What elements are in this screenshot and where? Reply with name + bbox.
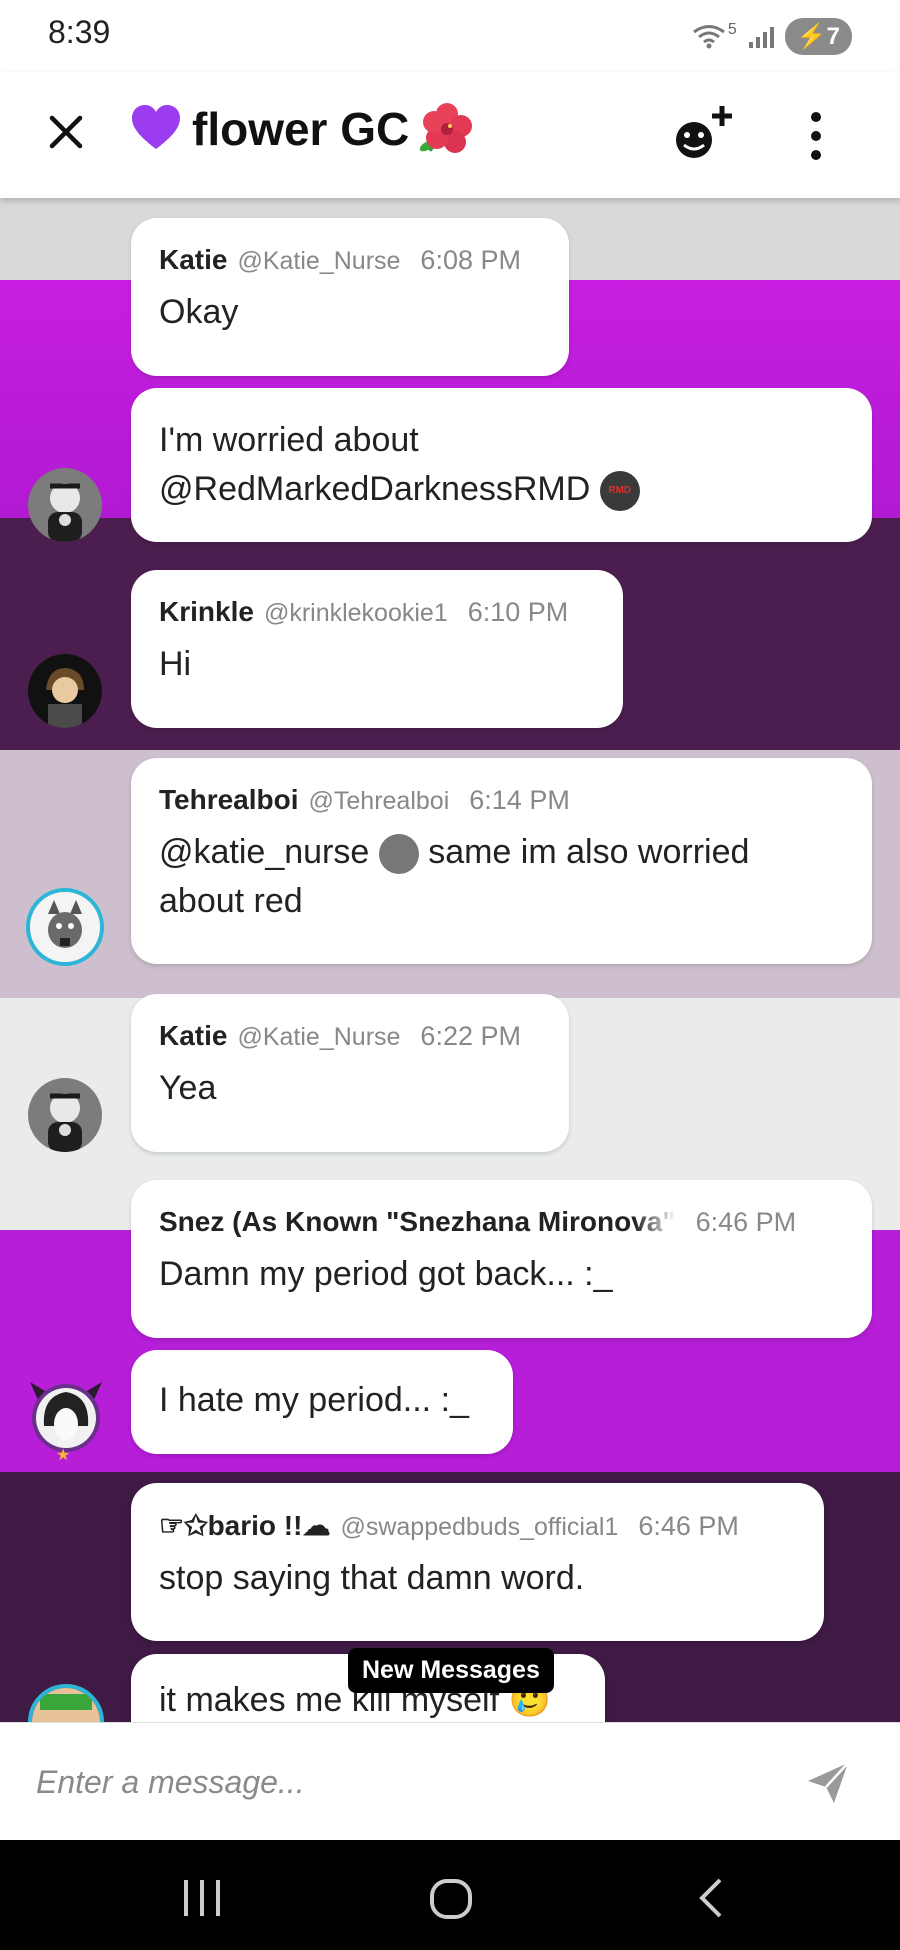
sender-handle: @Tehrealboi [308,787,450,815]
battery-level: 7 [826,23,840,50]
message-text: Damn my period got back... :_ [159,1255,613,1293]
status-bar: 8:39 5 ⚡7 [0,0,900,72]
send-icon [808,1762,849,1803]
message-bubble[interactable]: Snez (As Known "Snezhana Mironova" 6:46 … [131,1180,872,1338]
message-meta: Krinkle @krinklekookie1 6:10 PM [159,596,595,628]
katie-avatar-image [28,1078,102,1152]
message-text: I hate my period... :_ [159,1381,469,1419]
message-text-line: I'm worried about [159,421,419,459]
svg-text:★: ★ [56,1447,70,1462]
send-button[interactable] [804,1759,852,1807]
more-options-button[interactable] [800,108,832,164]
message-meta: Tehrealboi @Tehrealboi 6:14 PM [159,784,844,816]
sender-name[interactable]: Tehrealboi [159,784,299,816]
bario-avatar-image [32,1688,100,1722]
message-bubble[interactable]: I hate my period... :_ [131,1350,513,1454]
more-dot [811,112,821,122]
status-time: 8:39 [48,14,111,50]
sender-handle: @swappedbuds_official1 [340,1513,619,1541]
message-text: Hi [159,645,192,683]
message-meta: Snez (As Known "Snezhana Mironova" 6:46 … [159,1206,844,1238]
mention-avatar [378,834,419,875]
message-text: Yea [159,1069,217,1107]
sender-handle: @Katie_Nurse [237,247,401,275]
tehrealboi-avatar-image [30,892,100,962]
message-text: I'm worried about @RedMarkedDarknessRMD … [159,416,844,515]
message-time: 6:14 PM [469,785,570,815]
more-dot [811,150,821,160]
message-text-line: about red [159,882,303,921]
home-button[interactable] [428,1878,476,1919]
mention-line: @RedMarkedDarknessRMD RMD [159,465,844,514]
sender-name[interactable]: Snez (As Known "Snezhana Mironova" [159,1206,676,1238]
message-bubble[interactable]: Katie @Katie_Nurse 6:08 PM Okay [131,218,569,376]
sender-name[interactable]: Katie [159,244,227,276]
message-bubble[interactable]: ☞✩bario !!☁ @swappedbuds_official1 6:46 … [131,1483,824,1641]
avatar[interactable] [28,654,102,728]
sender-name[interactable]: Katie [159,1020,227,1052]
recents-icon [184,1880,220,1916]
chat-messages-area[interactable]: Katie @Katie_Nurse 6:08 PM Okay I'm worr… [0,198,900,1722]
message-time: 6:22 PM [420,1021,521,1051]
home-icon [430,1879,472,1919]
message-bubble[interactable]: I'm worried about @RedMarkedDarknessRMD … [131,388,872,542]
status-icons: 5 ⚡7 [692,18,852,55]
purple-heart-icon [132,105,180,149]
katie-avatar-image [28,468,102,542]
close-icon [49,115,83,149]
message-bubble[interactable]: Krinkle @krinklekookie1 6:10 PM Hi [131,570,623,728]
avatar[interactable] [28,1078,102,1152]
add-member-button[interactable] [670,102,740,166]
message-meta: ☞✩bario !!☁ @swappedbuds_official1 6:46 … [159,1509,796,1542]
message-bubble[interactable]: Katie @Katie_Nurse 6:22 PM Yea [131,994,569,1152]
chat-title-text: flower GC [192,103,410,155]
battery-bolt-icon: ⚡ [796,23,827,50]
battery-indicator: ⚡7 [784,18,852,55]
more-dot [811,131,821,141]
message-meta: Katie @Katie_Nurse 6:22 PM [159,1020,541,1052]
signal-icon [748,26,774,48]
avatar[interactable]: ★ [26,1374,106,1464]
recents-button[interactable] [178,1878,226,1918]
message-text-segment: same im also worried [418,833,750,871]
message-time: 6:46 PM [695,1207,797,1237]
message-bubble[interactable]: Tehrealboi @Tehrealboi 6:14 PM @katie_nu… [131,758,872,964]
chat-title[interactable]: flower GC [130,102,473,156]
avatar[interactable] [26,888,104,966]
mention-badge: RMD [608,485,632,497]
sender-handle: @Katie_Nurse [237,1023,401,1051]
message-time: 6:10 PM [467,597,569,627]
new-messages-pill[interactable]: New Messages [348,1648,554,1693]
hibiscus-icon [420,103,473,153]
krinkle-avatar-image [28,654,102,728]
back-icon [699,1878,722,1918]
message-meta: Katie @Katie_Nurse 6:08 PM [159,244,541,276]
message-input[interactable] [34,1751,778,1813]
mention-avatar: RMD [599,471,640,512]
message-time: 6:08 PM [420,245,521,275]
message-text-line: @katie_nurse same im also worried [159,828,844,877]
snez-avatar-image: ★ [30,1382,102,1464]
mention-link[interactable]: @RedMarkedDarknessRMD [159,470,590,508]
sender-name[interactable]: ☞✩bario !!☁ [159,1509,330,1542]
message-time: 6:46 PM [638,1511,739,1541]
sender-handle: @krinklekookie1 [263,599,448,627]
system-nav-bar [0,1840,900,1950]
message-composer [0,1722,900,1841]
add-member-icon [676,106,732,158]
back-button[interactable] [690,1878,738,1918]
mention-link[interactable]: @katie_nurse [159,833,369,871]
wifi-icon [692,24,725,48]
chat-header: flower GC [0,72,900,198]
wifi-label: 5 [727,20,737,38]
avatar[interactable] [28,468,102,542]
sender-name[interactable]: Krinkle [159,596,254,628]
message-text: stop saying that damn word. [159,1559,585,1597]
message-text: @katie_nurse same im also worried about … [159,828,844,927]
message-text: Okay [159,293,239,331]
close-button[interactable] [42,108,90,156]
